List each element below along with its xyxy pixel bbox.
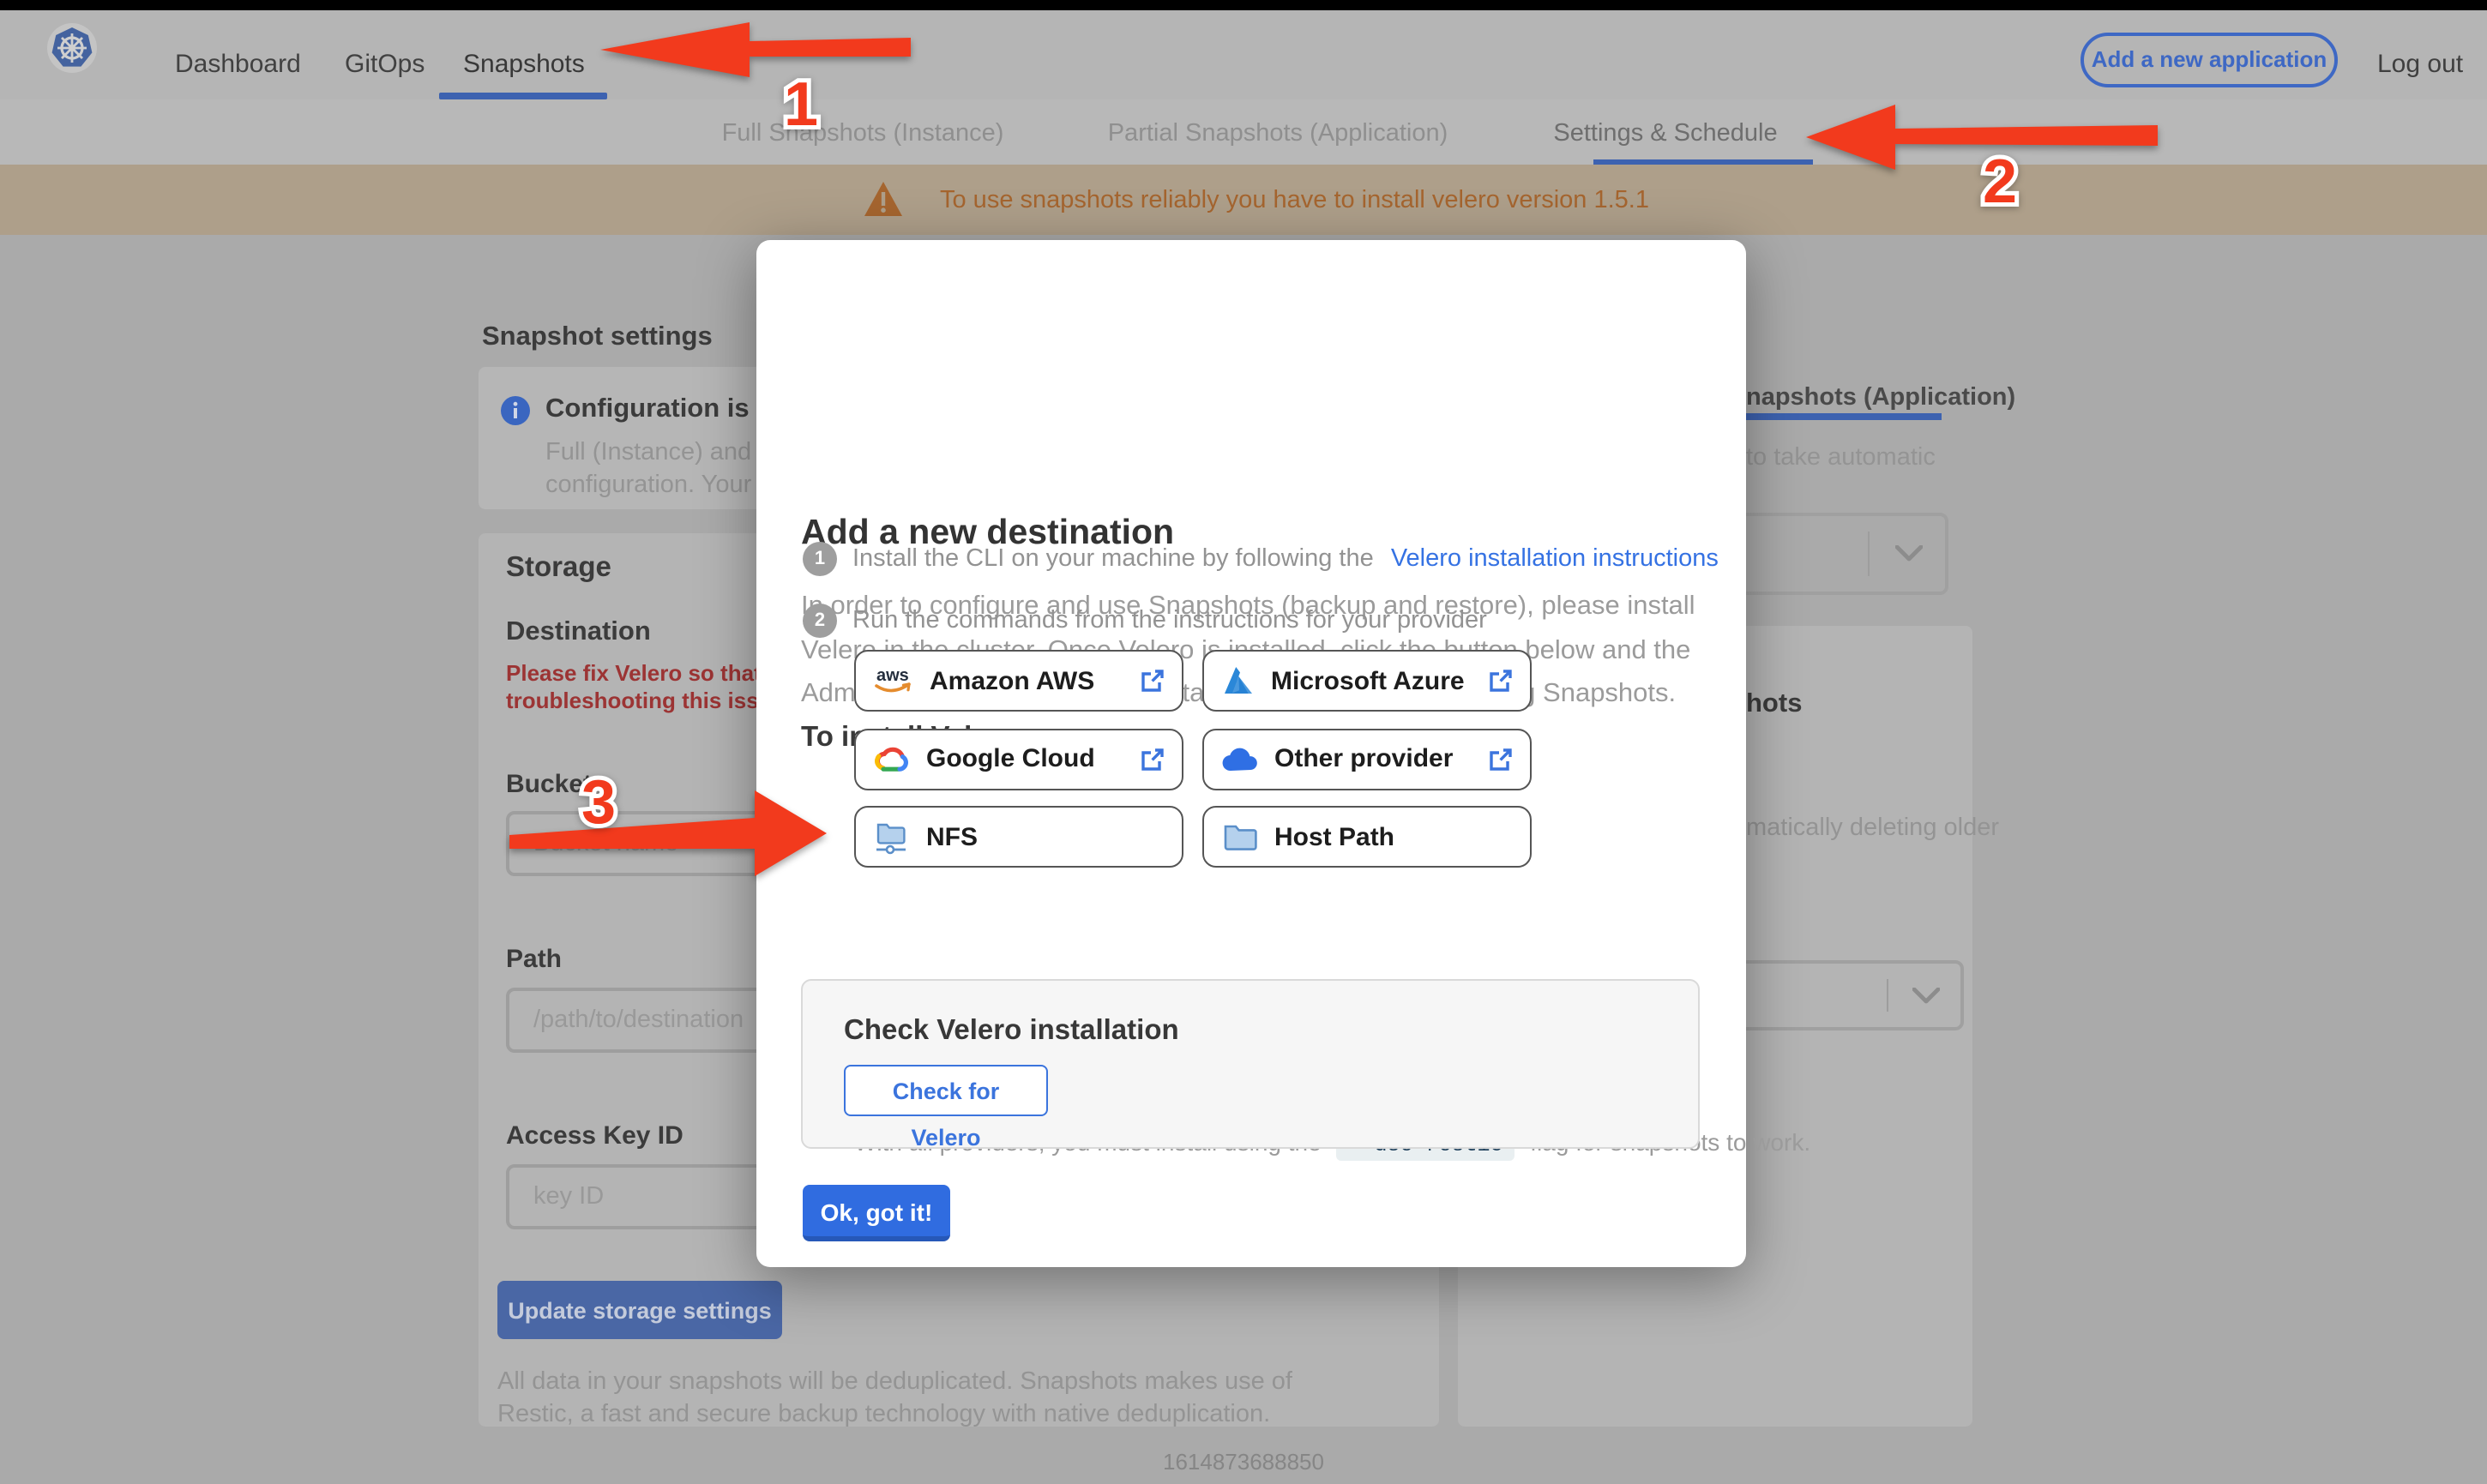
aws-icon: aws [873,664,914,698]
path-label: Path [506,945,562,974]
dedup-text-line1: All data in your snapshots will be dedup… [497,1368,1292,1396]
bg-partial-tab-fragment: napshots (Application) [1746,384,2015,412]
access-key-label: Access Key ID [506,1121,683,1151]
info-card-title: Configuration is sh [545,394,787,425]
bucket-label: Bucket [506,770,592,799]
dropdown-divider [1867,532,1870,576]
external-link-icon [1489,669,1513,693]
nav-item-gitops[interactable]: GitOps [345,50,425,79]
bg-retention-heading-fragment: hots [1746,689,1802,720]
velero-instructions-link[interactable]: Velero installation instructions [1391,545,1719,573]
chevron-down-icon [1895,545,1923,562]
snapshot-settings-heading: Snapshot settings [482,322,713,353]
nav-item-snapshots[interactable]: Snapshots [463,50,585,79]
nfs-share-icon [873,819,911,855]
active-tab-underline [1593,159,1813,165]
velero-error-line2: troubleshooting this issue [506,688,785,713]
snapshots-subnav: Full Snapshots (Instance) Partial Snapsh… [0,99,2487,165]
check-velero-title: Check Velero installation [844,1015,1179,1048]
screen: Dashboard GitOps Snapshots Add a new app… [0,0,2487,1484]
dropdown-divider [1886,979,1888,1012]
folder-icon [1221,821,1259,852]
check-velero-card: Check Velero installation Check for Vele… [801,979,1700,1149]
destination-label: Destination [506,617,651,648]
tab-partial-snapshots[interactable]: Partial Snapshots (Application) [1108,119,1448,147]
bg-deleting-text-fragment: matically deleting older [1746,814,1999,842]
footer-timestamp: 1614873688850 [0,1449,2487,1475]
provider-label: Other provider [1274,744,1489,773]
provider-label: Host Path [1274,822,1513,851]
provider-button-nfs[interactable]: NFS [854,806,1183,868]
velero-error-line1: Please fix Velero so that th [506,660,788,686]
provider-button-google-cloud[interactable]: Google Cloud [854,728,1183,790]
step-1-text: Install the CLI on your machine by follo… [852,545,1719,573]
banner-message: To use snapshots reliably you have to in… [940,187,1649,214]
warning-triangle-icon [863,180,904,218]
bg-automatic-text-fragment: to take automatic [1746,444,1936,472]
provider-button-other[interactable]: Other provider [1202,728,1532,790]
svg-text:aws: aws [876,666,909,685]
add-application-button[interactable]: Add a new application [2081,33,2338,87]
external-link-icon [1489,747,1513,771]
top-nav: Dashboard GitOps Snapshots Add a new app… [0,10,2487,100]
provider-button-host-path[interactable]: Host Path [1202,806,1532,868]
update-storage-button[interactable]: Update storage settings [497,1281,782,1339]
external-link-icon [1141,747,1165,771]
provider-label: NFS [926,822,1165,851]
kubernetes-logo-icon [46,22,98,74]
add-destination-modal: Add a new destination In order to config… [756,240,1746,1267]
storage-heading: Storage [506,552,611,585]
cloud-icon [1221,745,1259,772]
bg-tab-underline [1732,413,1942,419]
google-cloud-icon [873,743,911,774]
step-2-text: Run the commands from the instructions f… [852,607,1487,634]
dedup-text-line2: Restic, a fast and secure backup technol… [497,1401,1270,1428]
tab-settings-schedule[interactable]: Settings & Schedule [1553,119,1777,147]
nav-item-dashboard[interactable]: Dashboard [175,50,301,79]
logout-button[interactable]: Log out [2377,50,2463,79]
step-1-badge: 1 [803,542,837,576]
provider-label: Microsoft Azure [1271,666,1489,695]
provider-label: Amazon AWS [930,666,1141,695]
info-icon [501,396,530,425]
azure-icon [1221,665,1256,696]
step-1-instruction: Install the CLI on your machine by follo… [852,545,1374,573]
step-2-badge: 2 [803,604,837,638]
provider-button-azure[interactable]: Microsoft Azure [1202,650,1532,712]
check-for-velero-button[interactable]: Check for Velero [844,1065,1048,1116]
provider-button-aws[interactable]: aws Amazon AWS [854,650,1183,712]
ok-got-it-button[interactable]: Ok, got it! [803,1185,950,1241]
chevron-down-icon [1912,988,1940,1005]
external-link-icon [1141,669,1165,693]
velero-warning-banner: To use snapshots reliably you have to in… [0,165,2487,235]
window-top-strip [0,0,2487,10]
tab-full-snapshots[interactable]: Full Snapshots (Instance) [722,119,1004,147]
provider-label: Google Cloud [926,744,1141,773]
